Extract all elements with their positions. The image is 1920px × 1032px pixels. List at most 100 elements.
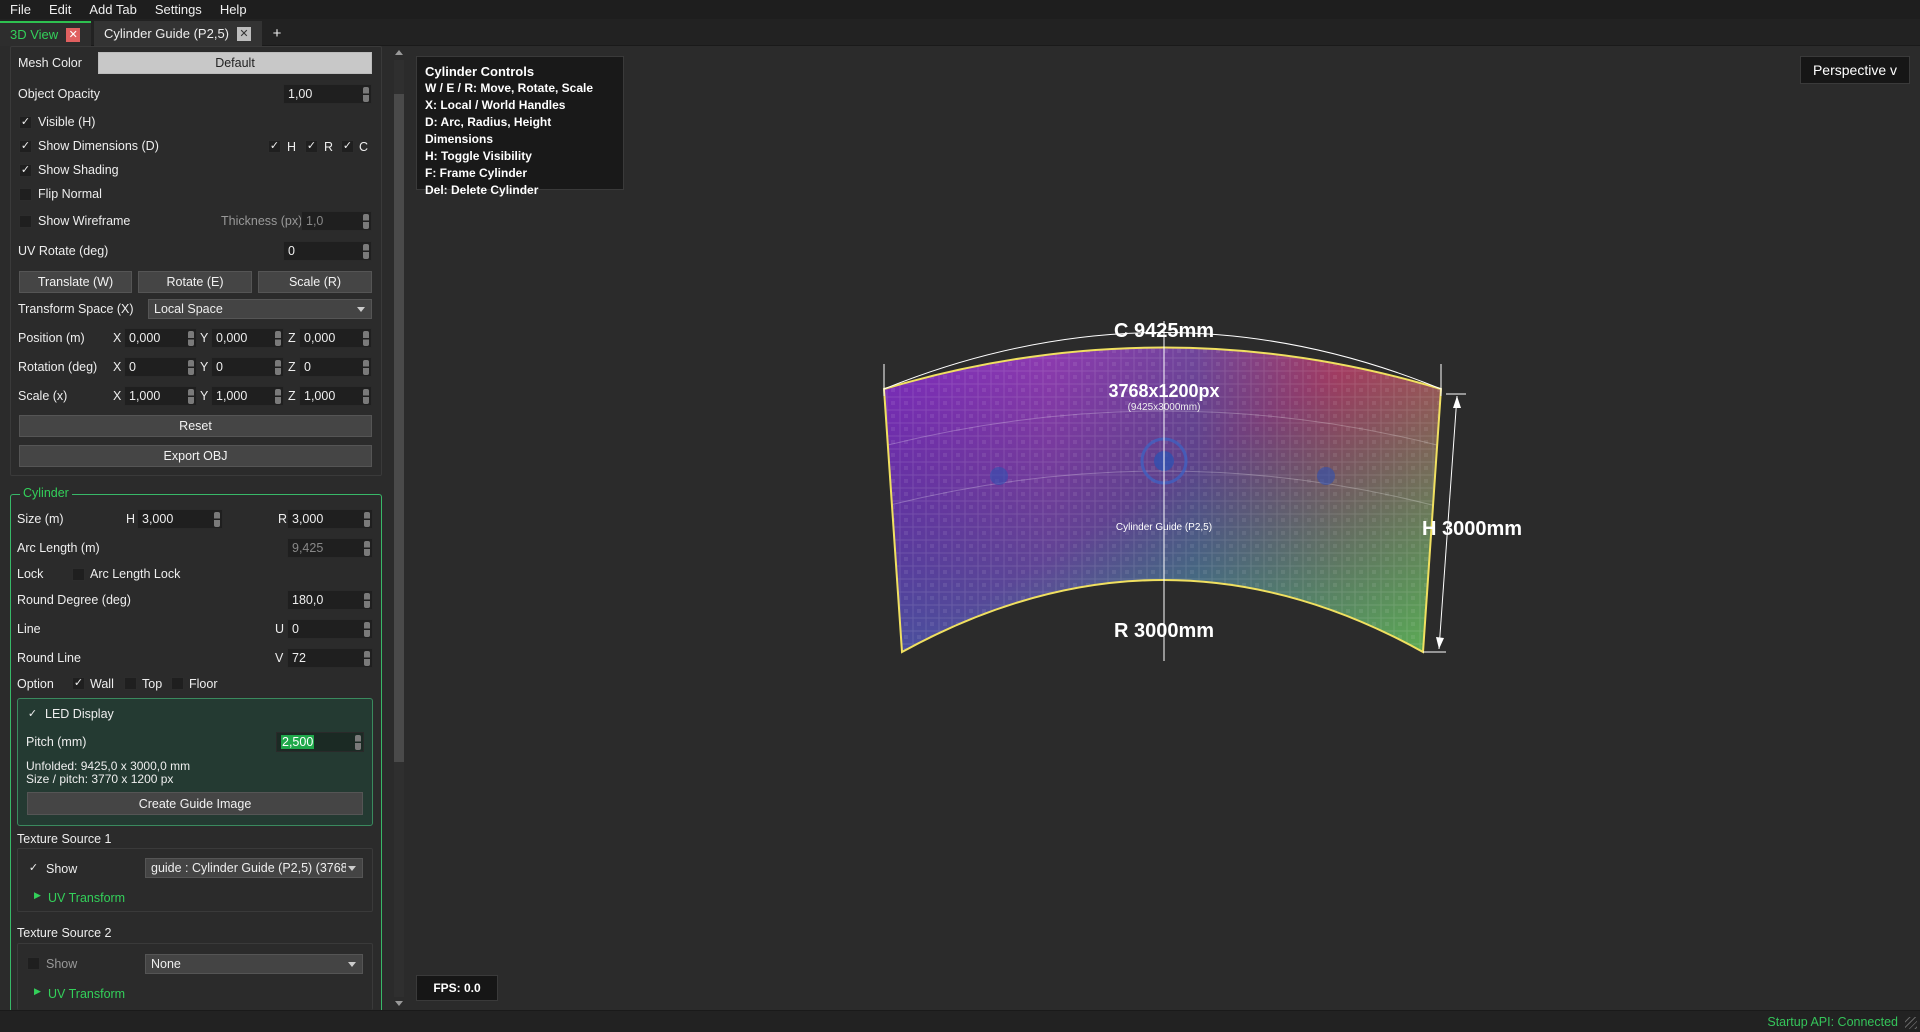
uv-transform-2-toggle[interactable]: UV Transform [48,987,125,1001]
pitch-value[interactable]: 2,500 [281,735,315,749]
chevron-right-icon[interactable]: ▶ [34,890,41,901]
show-wireframe-checkbox[interactable] [19,215,32,228]
show-dimensions-checkbox[interactable]: ✓ [19,140,32,153]
rotation-y-spinbox[interactable]: 0 [211,357,284,377]
floor-checkbox[interactable] [171,677,184,690]
axis-x-label: X [113,360,122,374]
dim-r-checkbox[interactable]: ✓ [305,140,318,153]
chevron-right-icon[interactable]: ▶ [34,986,41,997]
arc-length-lock-checkbox[interactable] [72,568,85,581]
spin-arrows-icon[interactable] [364,622,370,637]
arc-length-label: Arc Length (m) [17,541,100,555]
spin-arrows-icon[interactable] [275,389,281,404]
position-z-spinbox[interactable]: 0,000 [299,328,372,348]
uv-rotate-spinbox[interactable]: 0 [283,241,372,261]
rotation-z-spinbox[interactable]: 0 [299,357,372,377]
size-r-label: R [278,512,288,526]
panel-scrollbar[interactable] [392,46,406,1010]
spin-arrows-icon[interactable] [364,593,370,608]
scale-z-spinbox[interactable]: 1,000 [299,386,372,406]
spin-arrows-icon[interactable] [363,87,369,102]
spin-arrows-icon[interactable] [214,512,220,527]
show-dimensions-label: Show Dimensions (D) [38,139,159,153]
pitch-spinbox[interactable]: 2,500 [276,732,364,752]
texture1-source-select[interactable]: guide : Cylinder Guide (P2,5) (3768 [145,858,363,878]
spin-arrows-icon[interactable] [363,389,369,404]
transform-space-select[interactable]: Local Space [148,299,372,319]
led-display-checkbox[interactable]: ✓ [26,708,39,721]
size-r-value: 3,000 [292,512,324,526]
spin-arrows-icon[interactable] [363,331,369,346]
scroll-down-icon[interactable] [395,1001,403,1006]
round-line-v-spinbox[interactable]: 72 [287,648,373,668]
thickness-spinbox[interactable]: 1,0 [301,211,372,231]
spin-arrows-icon[interactable] [363,214,369,229]
wall-checkbox[interactable]: ✓ [72,677,85,690]
rotate-button[interactable]: Rotate (E) [138,271,252,293]
arc-length-value: 9,425 [292,541,324,555]
position-x-spinbox[interactable]: 0,000 [124,328,197,348]
add-tab-button[interactable]: + [265,21,289,46]
spin-arrows-icon[interactable] [364,651,370,666]
arc-length-spinbox[interactable]: 9,425 [287,538,373,558]
texture2-source-select[interactable]: None [145,954,363,974]
close-icon[interactable]: ✕ [237,26,251,41]
spin-arrows-icon[interactable] [275,331,281,346]
size-r-spinbox[interactable]: 3,000 [287,509,373,529]
spin-arrows-icon[interactable] [363,360,369,375]
rotation-z-value: 0 [304,360,311,374]
show-shading-checkbox[interactable]: ✓ [19,164,32,177]
export-obj-button[interactable]: Export OBJ [19,445,372,467]
position-x-value: 0,000 [129,331,161,345]
dim-h-checkbox[interactable]: ✓ [268,140,281,153]
reset-button[interactable]: Reset [19,415,372,437]
scroll-up-icon[interactable] [395,50,403,55]
menu-settings[interactable]: Settings [146,0,211,19]
size-h-spinbox[interactable]: 3,000 [137,509,223,529]
menu-help[interactable]: Help [211,0,256,19]
3d-viewport[interactable]: Cylinder Controls W / E / R: Move, Rotat… [406,46,1920,1010]
top-label: Top [142,677,163,691]
perspective-dropdown[interactable]: Perspective v [1800,56,1910,84]
spin-arrows-icon[interactable] [188,331,194,346]
texture1-show-checkbox[interactable]: ✓ [27,862,40,875]
translate-button[interactable]: Translate (W) [19,271,132,293]
resize-grip-icon[interactable] [1905,1017,1917,1029]
scale-x-spinbox[interactable]: 1,000 [124,386,197,406]
visible-checkbox[interactable]: ✓ [19,116,32,129]
texture1-source-value: guide : Cylinder Guide (P2,5) (3768 [151,861,346,875]
spin-arrows-icon[interactable] [188,389,194,404]
object-opacity-spinbox[interactable]: 1,00 [283,84,372,104]
tab-3d-view[interactable]: 3D View ✕ [0,21,91,46]
spin-arrows-icon[interactable] [364,541,370,556]
round-degree-spinbox[interactable]: 180,0 [287,590,373,610]
close-icon[interactable]: ✕ [66,27,81,42]
dim-c-checkbox[interactable]: ✓ [341,140,354,153]
spin-arrows-icon[interactable] [275,360,281,375]
mesh-color-button[interactable]: Default [98,52,372,74]
tab-bar: 3D View ✕ Cylinder Guide (P2,5) ✕ + [0,19,1920,46]
spin-arrows-icon[interactable] [355,735,361,750]
thickness-value: 1,0 [306,214,324,228]
spin-arrows-icon[interactable] [364,512,370,527]
spin-arrows-icon[interactable] [363,244,369,259]
create-guide-image-button[interactable]: Create Guide Image [27,792,363,815]
flip-normal-checkbox[interactable] [19,188,32,201]
rotation-x-spinbox[interactable]: 0 [124,357,197,377]
menu-file[interactable]: File [0,0,40,19]
tab-cylinder-guide[interactable]: Cylinder Guide (P2,5) ✕ [94,21,262,46]
line-u-value: 0 [292,622,299,636]
position-y-spinbox[interactable]: 0,000 [211,328,284,348]
controls-line: H: Toggle Visibility [425,149,532,163]
scale-button[interactable]: Scale (R) [258,271,372,293]
scroll-thumb[interactable] [394,94,404,762]
top-checkbox[interactable] [124,677,137,690]
menu-add-tab[interactable]: Add Tab [80,0,145,19]
line-u-spinbox[interactable]: 0 [287,619,373,639]
scale-y-spinbox[interactable]: 1,000 [211,386,284,406]
uv-transform-1-toggle[interactable]: UV Transform [48,891,125,905]
round-line-label: Round Line [17,651,81,665]
spin-arrows-icon[interactable] [188,360,194,375]
texture2-show-checkbox[interactable] [27,957,40,970]
menu-edit[interactable]: Edit [40,0,80,19]
